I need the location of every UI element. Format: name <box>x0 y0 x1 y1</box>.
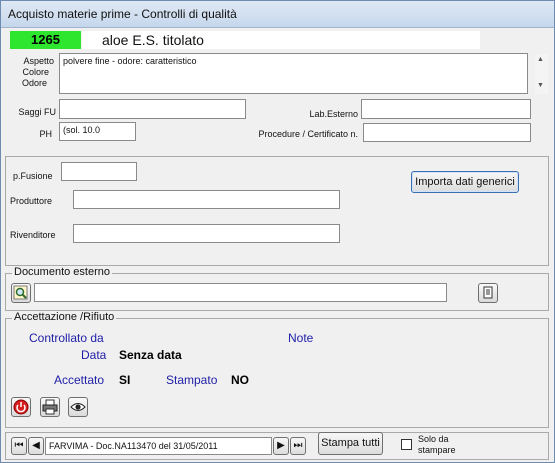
first-icon: ⏮ <box>14 440 24 451</box>
appearance-label: Aspetto <box>23 56 54 66</box>
eye-icon <box>70 403 86 411</box>
product-code-badge: 1265 <box>10 31 81 49</box>
date-label: Data <box>81 348 107 362</box>
product-name: aloe E.S. titolato <box>82 31 480 49</box>
odor-label: Odore <box>21 78 47 88</box>
saggi-label: Saggi FU <box>18 107 56 117</box>
last-record-button[interactable]: ⏭ <box>290 437 306 455</box>
fusion-field[interactable] <box>61 162 137 181</box>
record-navigator-text: FARVIMA - Doc.NA113470 del 31/05/2011 <box>45 437 272 455</box>
next-record-button[interactable]: ▶ <box>273 437 289 455</box>
accepted-value: SI <box>119 373 131 387</box>
only-to-print-label-1: Solo da <box>418 434 449 444</box>
printer-icon <box>42 399 58 415</box>
producer-field[interactable] <box>73 190 340 209</box>
color-label: Colore <box>22 67 49 77</box>
scroll-up-icon[interactable]: ▲ <box>537 56 544 63</box>
notes-label: Note <box>288 331 314 345</box>
acceptance-title: Accettazione /Rifiuto <box>12 311 117 323</box>
magnifier-icon <box>13 285 28 300</box>
only-to-print-label-2: stampare <box>418 445 456 455</box>
printed-label: Stampato <box>166 373 218 387</box>
ph-label: PH <box>39 129 52 139</box>
prev-record-button[interactable]: ◀ <box>28 437 44 455</box>
fusion-label: p.Fusione <box>13 171 53 181</box>
open-document-button[interactable] <box>11 283 31 303</box>
lab-field[interactable] <box>361 99 531 119</box>
accepted-label: Accettato <box>54 373 105 387</box>
reseller-field[interactable] <box>73 224 340 243</box>
printed-value: NO <box>231 373 249 387</box>
prev-icon: ◀ <box>32 440 40 451</box>
saggi-field[interactable] <box>59 99 246 119</box>
procedure-field[interactable] <box>363 123 531 142</box>
producer-label: Produttore <box>10 196 53 206</box>
first-record-button[interactable]: ⏮ <box>11 437 27 455</box>
reject-button[interactable] <box>11 397 31 417</box>
print-all-button[interactable]: Stampa tutti <box>318 432 383 455</box>
appearance-field[interactable]: polvere fine - odore: caratteristico <box>59 53 528 94</box>
ph-field[interactable]: (sol. 10.0 <box>59 122 136 141</box>
lab-label: Lab.Esterno <box>309 109 358 119</box>
document-details-button[interactable] <box>478 283 498 303</box>
external-document-path[interactable] <box>34 283 447 302</box>
date-value: Senza data <box>119 348 182 362</box>
scroll-down-icon[interactable]: ▼ <box>537 82 544 89</box>
print-button[interactable] <box>40 397 60 417</box>
preview-button[interactable] <box>68 397 88 417</box>
procedure-label: Procedure / Certificato n. <box>258 129 358 139</box>
last-icon: ⏭ <box>293 440 303 451</box>
next-icon: ▶ <box>277 440 285 451</box>
title-bar: Acquisto materie prime - Controlli di qu… <box>1 1 554 28</box>
power-icon <box>13 399 29 415</box>
document-icon <box>483 286 493 299</box>
appearance-scrollbar[interactable]: ▲ ▼ <box>535 54 548 94</box>
checked-by-label: Controllato da <box>29 331 104 345</box>
external-document-title: Documento esterno <box>12 266 112 278</box>
import-generic-data-button[interactable]: Importa dati generici <box>411 171 519 193</box>
reseller-label: Rivenditore <box>10 230 56 240</box>
window-title: Acquisto materie prime - Controlli di qu… <box>8 7 237 21</box>
only-to-print-checkbox[interactable] <box>401 439 412 450</box>
